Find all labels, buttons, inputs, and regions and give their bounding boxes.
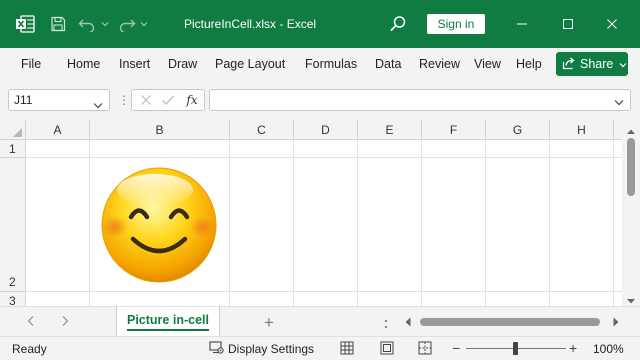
- maximize-icon[interactable]: [556, 12, 580, 36]
- tab-formulas[interactable]: Formulas: [305, 57, 357, 71]
- tab-view[interactable]: View: [474, 57, 501, 71]
- formula-bar: J11 ⋮ fx: [0, 80, 640, 120]
- share-label: Share: [580, 57, 614, 71]
- scroll-left-icon[interactable]: [404, 316, 412, 331]
- zoom-in-button[interactable]: +: [569, 340, 577, 356]
- normal-view-icon[interactable]: [340, 341, 354, 355]
- column-header-b[interactable]: B: [90, 120, 230, 140]
- column-header-d[interactable]: D: [294, 120, 358, 140]
- zoom-out-button[interactable]: −: [452, 340, 460, 356]
- share-button[interactable]: Share: [556, 52, 628, 76]
- scroll-up-icon[interactable]: [626, 124, 636, 138]
- scrollbar-options-icon[interactable]: [384, 318, 388, 332]
- check-icon[interactable]: [160, 92, 176, 108]
- redo-dropdown-chevron-icon[interactable]: [139, 12, 149, 36]
- title-bar: PictureInCell.xlsx - Excel Sign in: [0, 0, 640, 48]
- sheet-tab-bar: Picture in-cell +: [0, 306, 640, 337]
- undo-icon[interactable]: [76, 12, 98, 36]
- save-icon[interactable]: [47, 12, 69, 36]
- worksheet-grid[interactable]: A B C D E F G H 1 2 3: [0, 120, 622, 306]
- zoom-slider-thumb[interactable]: [513, 342, 518, 355]
- chevron-down-icon: [619, 57, 627, 71]
- sheet-tab-label: Picture in-cell: [127, 313, 209, 331]
- column-header-c[interactable]: C: [230, 120, 294, 140]
- tab-help[interactable]: Help: [516, 57, 542, 71]
- cancel-x-icon[interactable]: [138, 92, 154, 108]
- column-header-g[interactable]: G: [486, 120, 550, 140]
- ribbon-tab-bar: File Home Insert Draw Page Layout Formul…: [0, 48, 640, 80]
- display-settings-button[interactable]: Display Settings: [209, 341, 314, 357]
- column-header-h[interactable]: H: [550, 120, 614, 140]
- previous-sheet-icon[interactable]: [26, 315, 36, 330]
- page-break-preview-icon[interactable]: [418, 341, 432, 355]
- sheet-tab-picture-in-cell[interactable]: Picture in-cell: [116, 307, 220, 337]
- scroll-right-icon[interactable]: [612, 316, 620, 331]
- new-sheet-button[interactable]: +: [264, 313, 274, 333]
- display-settings-label: Display Settings: [228, 342, 315, 356]
- tab-review[interactable]: Review: [419, 57, 460, 71]
- zoom-level[interactable]: 100%: [593, 342, 624, 356]
- tab-file[interactable]: File: [21, 57, 41, 71]
- tab-home[interactable]: Home: [67, 57, 100, 71]
- smiley-face-icon[interactable]: [100, 166, 218, 284]
- row-header-3[interactable]: 3: [0, 292, 26, 306]
- page-layout-view-icon[interactable]: [380, 341, 394, 355]
- redo-icon[interactable]: [116, 12, 138, 36]
- vertical-scroll-thumb[interactable]: [627, 138, 635, 196]
- column-header-a[interactable]: A: [26, 120, 90, 140]
- next-sheet-icon[interactable]: [60, 315, 70, 330]
- horizontal-scrollbar[interactable]: [402, 315, 626, 329]
- excel-app-icon[interactable]: [14, 12, 36, 36]
- column-header-e[interactable]: E: [358, 120, 422, 140]
- formula-bar-grip-icon[interactable]: ⋮: [118, 93, 130, 107]
- close-icon[interactable]: [600, 12, 624, 36]
- tab-page-layout[interactable]: Page Layout: [215, 57, 285, 71]
- select-all-button[interactable]: [0, 120, 26, 140]
- tab-data[interactable]: Data: [375, 57, 401, 71]
- document-title: PictureInCell.xlsx - Excel: [184, 17, 317, 31]
- insert-function-button[interactable]: fx: [184, 92, 200, 108]
- chevron-down-icon[interactable]: [93, 95, 103, 115]
- row-header-1[interactable]: 1: [0, 140, 26, 158]
- sign-in-button[interactable]: Sign in: [427, 14, 485, 34]
- status-text: Ready: [12, 342, 47, 356]
- tab-insert[interactable]: Insert: [119, 57, 150, 71]
- column-header-f[interactable]: F: [422, 120, 486, 140]
- status-bar: Ready Display Settings − + 100%: [0, 336, 640, 360]
- column-header-row: A B C D E F G H: [0, 120, 622, 140]
- formula-input[interactable]: [209, 89, 631, 111]
- row-header-2[interactable]: 2: [0, 158, 26, 292]
- monitor-settings-icon: [209, 341, 224, 357]
- undo-dropdown-chevron-icon[interactable]: [100, 12, 110, 36]
- horizontal-scroll-thumb[interactable]: [420, 318, 600, 326]
- vertical-scrollbar[interactable]: [622, 120, 640, 306]
- minimize-icon[interactable]: [510, 12, 534, 36]
- tab-draw[interactable]: Draw: [168, 57, 197, 71]
- name-box-value: J11: [14, 93, 33, 107]
- share-icon: [562, 56, 576, 73]
- formula-buttons: fx: [131, 89, 205, 111]
- search-icon[interactable]: [386, 12, 410, 36]
- name-box[interactable]: J11: [8, 89, 110, 111]
- chevron-down-icon[interactable]: [614, 95, 624, 109]
